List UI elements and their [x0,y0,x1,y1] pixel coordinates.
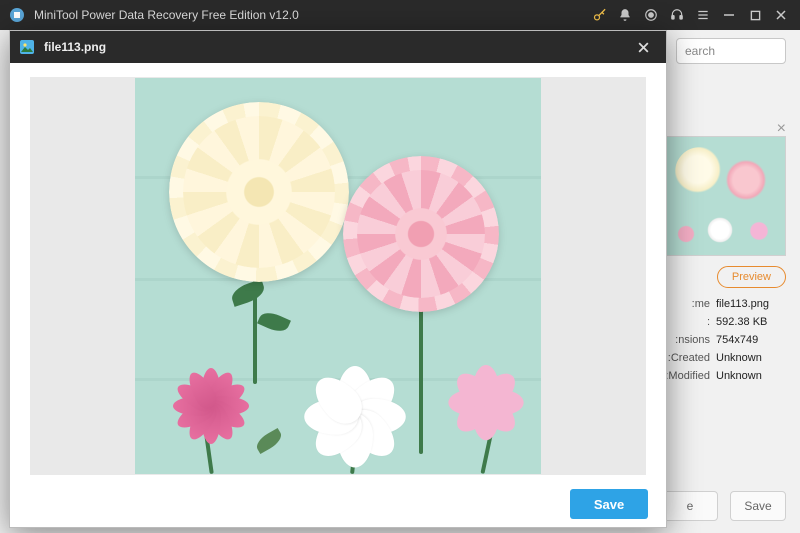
file-metadata: me:file113.png :592.38 KB nsions:754x749… [666,298,786,382]
preview-button[interactable]: Preview [717,266,786,288]
minimize-icon[interactable] [716,0,742,30]
meta-modified-label: Modified: [666,370,716,382]
dialog-body [10,63,666,481]
flower-hotpink [173,368,249,444]
flower-white [307,368,403,464]
meta-dim-value: 754x749 [716,334,758,346]
meta-created-value: Unknown [716,352,762,364]
dialog-close-icon[interactable] [628,31,658,63]
meta-size-value: 592.38 KB [716,316,767,328]
window-close-icon[interactable] [768,0,794,30]
dialog-filename: file113.png [44,40,106,54]
flower-pink [347,160,495,308]
bottom-save-button[interactable]: Save [730,491,786,521]
maximize-icon[interactable] [742,0,768,30]
save-button[interactable]: Save [570,489,648,519]
app-icon [8,6,26,24]
previewed-image [135,78,541,474]
bell-icon[interactable] [612,0,638,30]
key-icon[interactable] [586,0,612,30]
meta-dim-label: nsions: [666,334,716,346]
image-canvas [30,77,646,475]
flower-cream [175,108,343,276]
thumbnail-image [666,136,786,256]
dialog-footer: Save [10,481,666,527]
target-icon[interactable] [638,0,664,30]
meta-name-label: me: [666,298,716,310]
flower-pink-small [447,364,525,442]
meta-name-value: file113.png [716,298,769,310]
bottom-left-button[interactable]: e [662,491,718,521]
preview-dialog: file113.png [9,30,667,528]
meta-created-label: Created: [666,352,716,364]
bottom-button-row: e Save [662,491,786,521]
menu-icon[interactable] [690,0,716,30]
meta-modified-value: Unknown [716,370,762,382]
file-image-icon [18,38,36,56]
preview-panel: × Preview me:file113.png :592.38 KB nsio… [666,122,786,388]
dialog-titlebar: file113.png [10,31,666,63]
search-input[interactable]: earch [676,38,786,64]
headset-icon[interactable] [664,0,690,30]
main-titlebar: MiniTool Power Data Recovery Free Editio… [0,0,800,30]
meta-size-label: : [666,316,716,328]
search-text: earch [685,44,715,58]
app-title: MiniTool Power Data Recovery Free Editio… [34,8,299,22]
